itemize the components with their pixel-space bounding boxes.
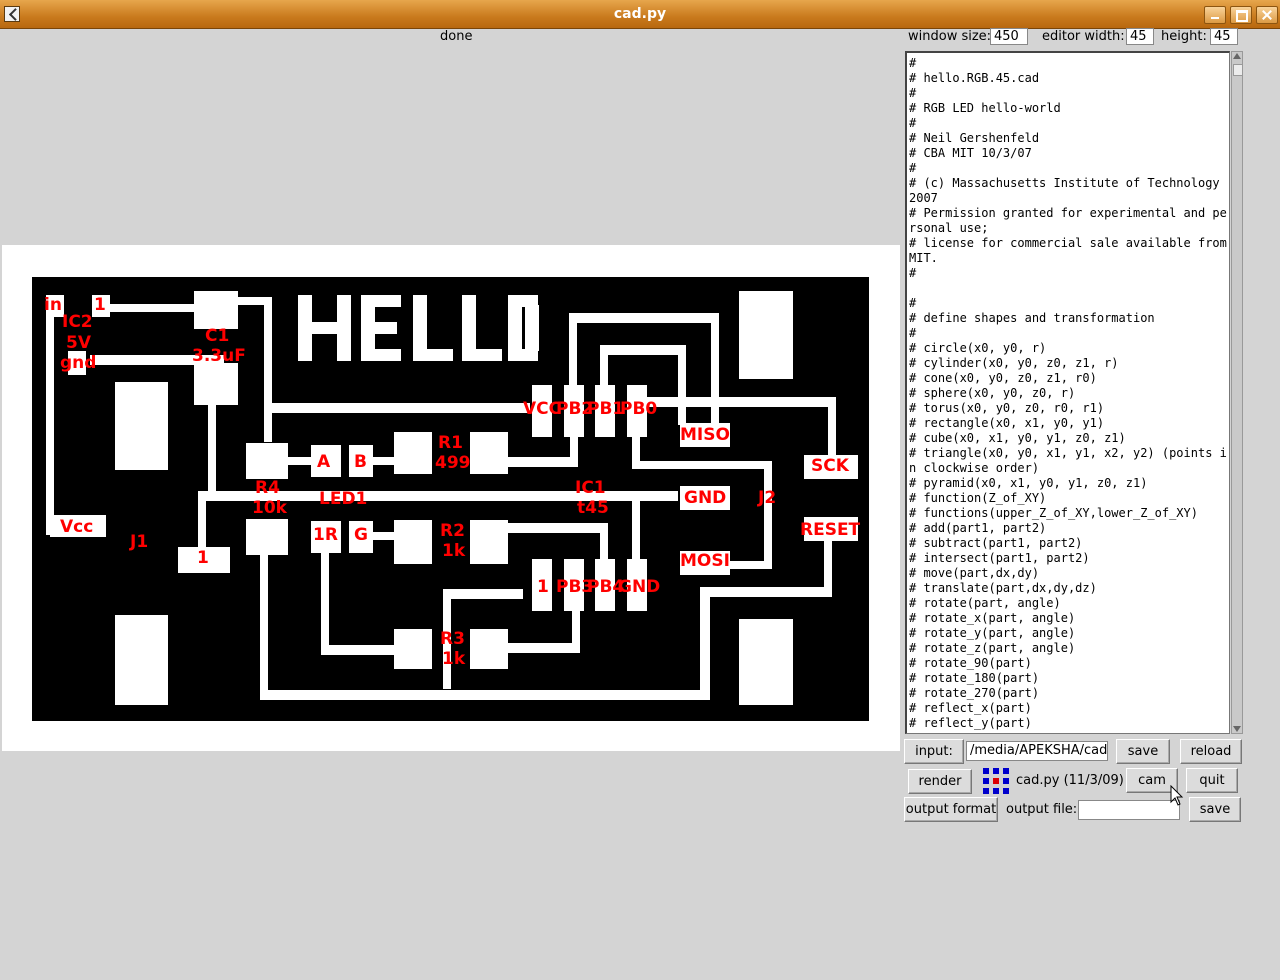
close-button[interactable] (1256, 6, 1278, 24)
output-file-field[interactable] (1078, 800, 1180, 820)
input-path-field[interactable]: /media/APEKSHA/cadci (966, 741, 1108, 761)
label-ic2: IC2 (62, 312, 93, 332)
code-editor-text[interactable]: # # hello.RGB.45.cad # # RGB LED hello-w… (907, 53, 1229, 733)
label-r1: R1 (438, 433, 463, 453)
label-reset: RESET (800, 520, 861, 540)
output-format-button[interactable]: output format (904, 797, 998, 822)
label-miso: MISO (680, 425, 730, 445)
label-a: A (317, 452, 331, 472)
label-r3-value: 1k (442, 649, 466, 669)
window-title: cad.py (613, 6, 667, 22)
label-r3: R3 (440, 629, 465, 649)
label-5v: 5V (66, 333, 91, 353)
code-editor[interactable]: # # hello.RGB.45.cad # # RGB LED hello-w… (905, 51, 1230, 734)
quit-button[interactable]: quit (1186, 768, 1238, 793)
maximize-button[interactable] (1230, 6, 1252, 24)
editor-width-label: editor width: (1042, 29, 1125, 44)
close-icon (1257, 7, 1277, 23)
label-r4-value: 10k (252, 498, 287, 518)
maximize-icon (1231, 7, 1251, 23)
window-titlebar: cad.py (0, 0, 1280, 29)
label-gnd-left: gnd (60, 353, 97, 373)
label-sck: SCK (811, 456, 849, 476)
height-label: height: (1161, 29, 1207, 44)
label-r4: R4 (255, 478, 280, 498)
app-version: cad.py (11/3/09) (1016, 773, 1124, 788)
status-text: done (440, 29, 473, 44)
label-g: G (354, 525, 368, 545)
label-mosi: MOSI (680, 551, 730, 571)
label-led1: LED1 (319, 489, 368, 509)
scroll-thumb[interactable] (1233, 64, 1243, 76)
save-input-button[interactable]: save (1116, 739, 1170, 764)
mouse-cursor-icon (1170, 785, 1184, 806)
label-c1-value: 3.3uF (192, 346, 246, 366)
minimize-icon (1205, 7, 1225, 23)
minimize-button[interactable] (1204, 6, 1226, 24)
label-gnd-ic: GND (618, 577, 661, 597)
label-pin1-ic: 1 (537, 577, 549, 597)
label-1r: 1R (313, 525, 338, 545)
label-1: 1 (313, 525, 325, 545)
label-t45: t45 (577, 498, 609, 518)
reload-button[interactable]: reload (1180, 739, 1242, 764)
label-c1: C1 (205, 326, 230, 346)
render-button[interactable]: render (908, 769, 972, 794)
save-output-button[interactable]: save (1189, 797, 1241, 822)
label-in: in (44, 295, 62, 315)
label-vcc: Vcc (60, 517, 94, 537)
label-r2: R2 (440, 521, 465, 541)
label-b: B (354, 452, 367, 472)
render-canvas[interactable]: in 1 IC2 5V gnd C1 3.3uF Vcc J1 1 R4 10k… (2, 245, 900, 751)
label-r1-value: 499 (435, 453, 471, 473)
window-size-label: window size: (908, 29, 992, 44)
label-pb0: PB0 (620, 399, 658, 419)
editor-width-input[interactable]: 45 (1126, 28, 1154, 45)
label-r2-value: 1k (442, 541, 466, 561)
editor-scrollbar[interactable] (1231, 51, 1243, 734)
label-ic1: IC1 (575, 478, 606, 498)
label-j2: J2 (758, 488, 777, 508)
hello-logo (298, 295, 539, 361)
height-input[interactable]: 45 (1210, 28, 1238, 45)
label-gnd-right: GND (684, 488, 727, 508)
label-r: R (324, 525, 338, 545)
output-file-label: output file: (1006, 802, 1078, 817)
label-j1: J1 (130, 532, 149, 552)
label-pin1-top: 1 (94, 295, 106, 315)
pcb-board: in 1 IC2 5V gnd C1 3.3uF Vcc J1 1 R4 10k… (32, 277, 869, 721)
label-pb1: PB1 (587, 399, 625, 419)
cba-logo-icon (983, 768, 1009, 794)
label-pin1-left: 1 (197, 548, 209, 568)
scroll-up-icon[interactable] (1233, 53, 1241, 59)
input-label-button[interactable]: input: (904, 739, 964, 764)
scroll-down-icon[interactable] (1233, 726, 1241, 732)
window-size-input[interactable]: 450 (990, 28, 1028, 45)
